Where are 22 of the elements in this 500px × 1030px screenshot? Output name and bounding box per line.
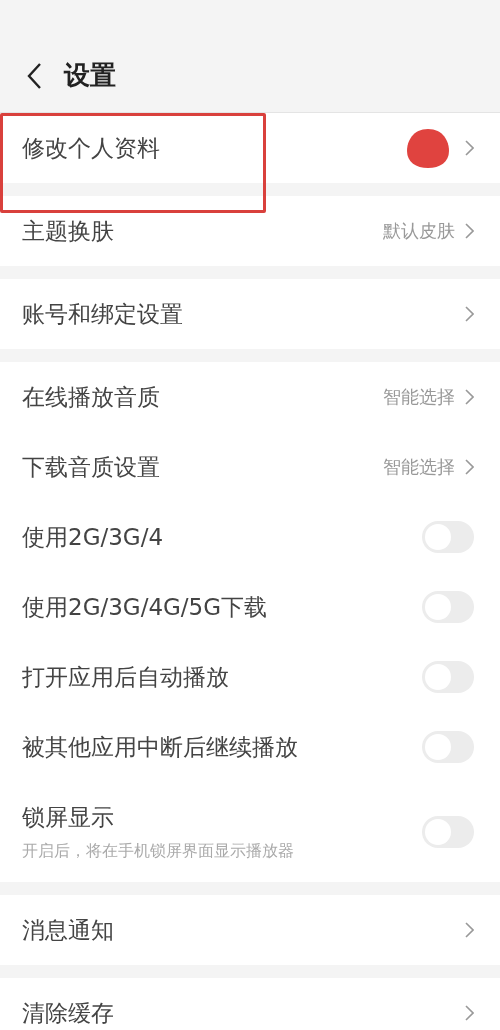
setting-description: 开启后，将在手机锁屏界面显示播放器 [22,841,295,862]
setting-label[interactable]: 被其他应用中断后继续播放 [22,731,422,763]
setting-label[interactable]: 锁屏显示 [22,802,422,833]
setting-label[interactable]: 打开应用后自动播放 [22,661,422,693]
chevron-right-icon [465,223,474,239]
avatar-icon[interactable] [405,127,451,169]
chevron-right-icon [465,1005,474,1021]
setting-label[interactable]: 使用2G/3G/4G/5G下载 [22,591,422,623]
chevron-right-icon [465,389,474,405]
setting-value: 默认皮肤 [383,219,455,243]
setting-label[interactable]: 在线播放音质 [22,381,383,413]
chevron-right-icon [465,459,474,475]
setting-value: 智能选择 [383,385,455,409]
chevron-right-icon [465,306,474,322]
back-icon[interactable] [26,62,42,90]
setting-label[interactable]: 使用2G/3G/4 [22,521,422,553]
page-title: 设置 [64,59,116,92]
setting-value: 智能选择 [383,455,455,479]
chevron-right-icon [465,922,474,938]
chevron-right-icon [465,140,474,156]
setting-label[interactable]: 主题换肤 [22,215,383,247]
setting-label[interactable]: 下载音质设置 [22,451,383,483]
